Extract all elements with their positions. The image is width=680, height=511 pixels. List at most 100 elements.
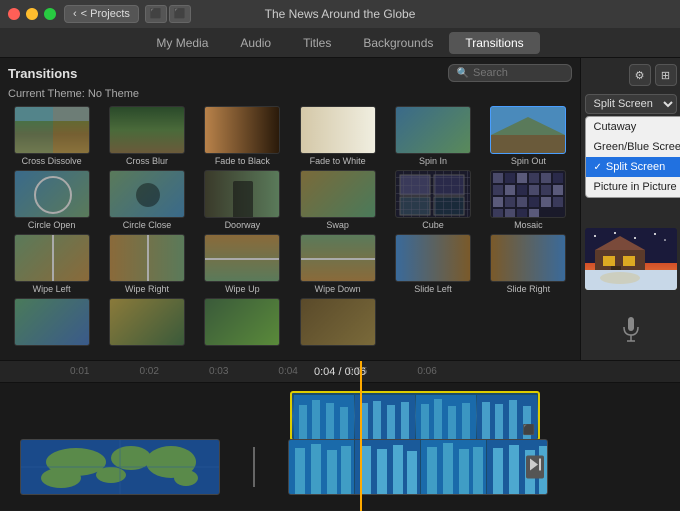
ruler-mark: 0:03 [209,366,228,377]
tab-titles[interactable]: Titles [287,32,347,54]
transition-thumb-doorway[interactable] [204,170,280,218]
skip-end-icon[interactable] [526,456,544,479]
transition-thumb-fade-white[interactable] [300,106,376,154]
list-item[interactable] [197,298,288,346]
dropdown-popup: Cutaway Green/Blue Screen ✓ Split Screen… [585,116,680,198]
list-item[interactable]: Fade to Black [197,106,288,166]
main-content: Transitions 🔍 Current Theme: No Theme Cr… [0,58,680,360]
clip-world-map[interactable] [20,439,220,495]
list-item[interactable]: Fade to White [292,106,383,166]
thumb-label: Fade to Black [215,156,270,166]
list-item[interactable] [292,298,383,346]
thumb-label: Wipe Up [225,284,260,294]
minimize-button[interactable] [26,8,38,20]
transition-thumb-spin-in[interactable] [395,106,471,154]
panel-title: Transitions [8,66,77,81]
transition-thumb-cube[interactable] [395,170,471,218]
list-item[interactable]: Wipe Left [6,234,97,294]
list-item[interactable]: Cross Blur [101,106,192,166]
thumb-label: Slide Left [414,284,452,294]
thumb-label: Wipe Left [33,284,71,294]
theme-label: Current Theme: No Theme [6,88,574,100]
tab-my-media[interactable]: My Media [140,32,224,54]
transition-thumb-spin-out[interactable] [490,106,566,154]
chevron-left-icon: ‹ [73,8,77,20]
list-item[interactable]: Mosaic [483,170,574,230]
transition-thumb-fade-black[interactable] [204,106,280,154]
list-item[interactable]: Slide Left [387,234,478,294]
transition-gap [224,439,284,495]
transition-thumb-wipe-down[interactable] [300,234,376,282]
transition-thumb-wipe-left[interactable] [14,234,90,282]
fullscreen-icon[interactable]: ⊞ [655,64,677,86]
cutaway-label: Cutaway [594,121,637,133]
timeline-tracks: ⬛ [0,383,680,503]
transition-thumb-wipe-up[interactable] [204,234,280,282]
maximize-button[interactable] [44,8,56,20]
nav-arrows: ⬛ ⬛ [145,5,191,23]
list-item[interactable]: Circle Open [6,170,97,230]
greenblue-label: Green/Blue Screen [594,141,680,153]
timeline-area: 0:01 0:02 0:03 0:04 0:05 0:06 0:04 / 0:0… [0,360,680,510]
search-input[interactable] [473,67,563,79]
ruler-mark: 0:01 [70,366,89,377]
clip-waterfall-main[interactable] [288,439,548,495]
list-item[interactable]: Wipe Right [101,234,192,294]
transition-thumb-partial1[interactable] [14,298,90,346]
transition-thumb-partial3[interactable] [204,298,280,346]
thumbnails-grid: Cross Dissolve Cross Blur Fade to Black … [6,106,574,346]
transition-thumb-slide-right[interactable] [490,234,566,282]
checkmark-icon: ✓ [594,162,602,173]
transition-thumb-mosaic[interactable] [490,170,566,218]
dropdown-item-pip[interactable]: Picture in Picture [586,177,680,197]
list-item[interactable]: Wipe Up [197,234,288,294]
list-item[interactable]: Spin Out [483,106,574,166]
playhead-time: 0:04 / 0:06 [314,366,366,378]
tab-backgrounds[interactable]: Backgrounds [347,32,449,54]
list-item[interactable]: Wipe Down [292,234,383,294]
dropdown-item-cutaway[interactable]: Cutaway [586,117,680,137]
transition-thumb-circle-open[interactable] [14,170,90,218]
transitions-panel: Transitions 🔍 Current Theme: No Theme Cr… [0,58,580,360]
list-item[interactable]: Cube [387,170,478,230]
transition-thumb-partial4[interactable] [300,298,376,346]
ruler-mark: 0:04 [278,366,297,377]
list-item[interactable]: Cross Dissolve [6,106,97,166]
search-box[interactable]: 🔍 [448,64,572,82]
transition-thumb-cross-dissolve[interactable] [14,106,90,154]
thumb-label: Cross Blur [126,156,168,166]
close-button[interactable] [8,8,20,20]
nav-forward-button[interactable]: ⬛ [169,5,191,23]
dropdown-item-splitscreen[interactable]: ✓ Split Screen [586,157,680,177]
viewer-settings-icon[interactable]: ⚙ [629,64,651,86]
transition-thumb-slide-left[interactable] [395,234,471,282]
list-item[interactable]: Doorway [197,170,288,230]
list-item[interactable] [101,298,192,346]
list-item[interactable]: Circle Close [101,170,192,230]
transition-thumb-swap[interactable] [300,170,376,218]
thumb-label: Cube [422,220,444,230]
pip-label: Picture in Picture [594,181,677,193]
nav-back-button[interactable]: ⬛ [145,5,167,23]
projects-button[interactable]: ‹ < Projects [64,5,139,23]
list-item[interactable]: Spin In [387,106,478,166]
timeline-ruler: 0:01 0:02 0:03 0:04 0:05 0:06 0:04 / 0:0… [0,361,680,383]
list-item[interactable]: Swap [292,170,383,230]
transition-thumb-circle-close[interactable] [109,170,185,218]
list-item[interactable]: Slide Right [483,234,574,294]
transition-thumb-partial2[interactable] [109,298,185,346]
transition-thumb-wipe-right[interactable] [109,234,185,282]
right-panel: ⚙ ⊞ Split Screen Cutaway Green/Blue Scre… [580,58,680,360]
clip-waterfall[interactable]: ⬛ [290,391,540,441]
view-mode-dropdown[interactable]: Split Screen Cutaway Green/Blue Screen P… [585,94,677,114]
thumb-label: Spin Out [511,156,546,166]
tab-transitions[interactable]: Transitions [449,32,539,54]
dropdown-item-greenblue[interactable]: Green/Blue Screen [586,137,680,157]
titlebar: ‹ < Projects ⬛ ⬛ The News Around the Glo… [0,0,680,28]
tab-audio[interactable]: Audio [224,32,287,54]
thumb-label: Spin In [419,156,447,166]
tabbar: My Media Audio Titles Backgrounds Transi… [0,28,680,58]
ruler-mark: 0:02 [139,366,158,377]
list-item[interactable] [6,298,97,346]
transition-thumb-cross-blur[interactable] [109,106,185,154]
